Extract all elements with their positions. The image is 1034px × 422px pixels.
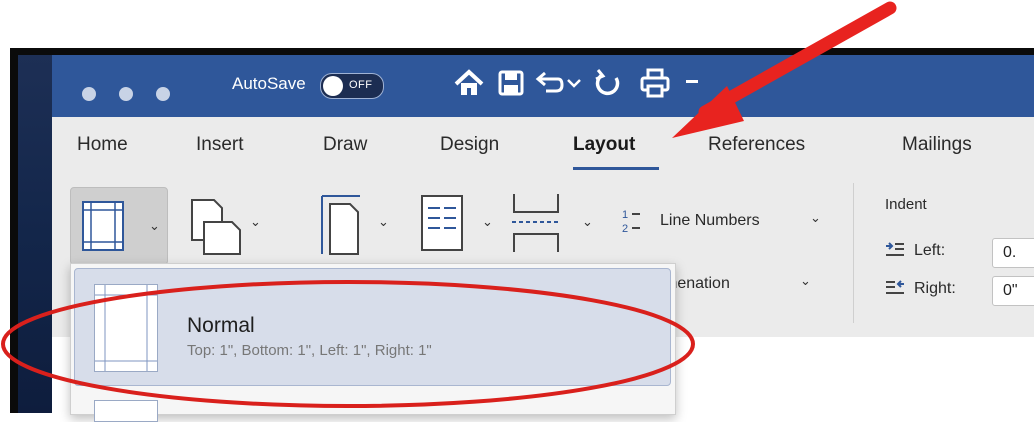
autosave-label: AutoSave <box>232 74 306 93</box>
breaks-chevron-icon[interactable]: ⌄ <box>582 214 593 230</box>
toggle-knob <box>323 76 343 96</box>
columns-icon[interactable] <box>420 194 464 252</box>
save-icon[interactable] <box>494 66 528 100</box>
normal-margins-preview-icon <box>94 284 158 372</box>
svg-text:2: 2 <box>622 223 628 235</box>
line-numbers-icon: 1 2 <box>622 209 640 235</box>
line-numbers-button[interactable]: Line Numbers <box>660 212 760 230</box>
indent-left-field[interactable]: 0. <box>992 238 1034 268</box>
tab-insert[interactable]: Insert <box>196 134 244 156</box>
breaks-icon[interactable] <box>508 192 564 254</box>
svg-text:1: 1 <box>622 209 628 221</box>
home-icon[interactable] <box>452 66 486 100</box>
size-icon[interactable] <box>318 192 364 258</box>
ribbon-group-separator <box>853 183 854 323</box>
tab-references[interactable]: References <box>708 134 805 156</box>
tab-design[interactable]: Design <box>440 134 499 156</box>
minimize-window-button[interactable] <box>119 87 133 101</box>
indent-right-field[interactable]: 0" <box>992 276 1034 306</box>
indent-right-label: Right: <box>914 280 956 297</box>
orientation-chevron-icon[interactable]: ⌄ <box>250 214 261 230</box>
margins-button[interactable]: ⌄ <box>70 187 168 265</box>
undo-dropdown-chevron-icon[interactable] <box>564 66 584 100</box>
indent-right-value: 0" <box>1003 282 1018 299</box>
margins-icon <box>82 201 124 251</box>
tab-draw[interactable]: Draw <box>323 134 367 156</box>
indent-right-icon <box>886 280 904 294</box>
close-window-button[interactable] <box>82 87 96 101</box>
hyphenation-chevron-icon[interactable]: ⌄ <box>800 273 811 289</box>
indent-left-label: Left: <box>914 242 946 259</box>
zoom-window-button[interactable] <box>156 87 170 101</box>
size-chevron-icon[interactable]: ⌄ <box>378 214 389 230</box>
tab-layout[interactable]: Layout <box>573 134 635 156</box>
orientation-icon[interactable] <box>188 196 244 258</box>
margins-chevron-icon: ⌄ <box>149 218 160 233</box>
tab-mailings[interactable]: Mailings <box>902 134 972 156</box>
indent-left-value: 0. <box>1003 244 1017 261</box>
indent-left-icon <box>886 242 904 256</box>
columns-chevron-icon[interactable]: ⌄ <box>482 214 493 230</box>
print-icon[interactable] <box>638 66 672 100</box>
autosave-state: OFF <box>349 79 373 91</box>
margins-option-title: Normal <box>187 314 255 337</box>
tab-home[interactable]: Home <box>77 134 128 156</box>
active-tab-indicator <box>573 167 659 170</box>
indent-heading: Indent <box>885 196 927 213</box>
margins-option-normal[interactable] <box>74 268 671 386</box>
redo-icon[interactable] <box>592 66 626 100</box>
customize-toolbar-icon[interactable] <box>680 66 700 100</box>
desktop-background <box>18 55 52 413</box>
margins-option-description: Top: 1", Bottom: 1", Left: 1", Right: 1" <box>187 342 432 359</box>
next-margins-preview-icon <box>94 400 158 422</box>
autosave-toggle[interactable]: OFF <box>320 73 384 99</box>
line-numbers-chevron-icon[interactable]: ⌄ <box>810 210 821 226</box>
undo-icon[interactable] <box>532 66 566 100</box>
